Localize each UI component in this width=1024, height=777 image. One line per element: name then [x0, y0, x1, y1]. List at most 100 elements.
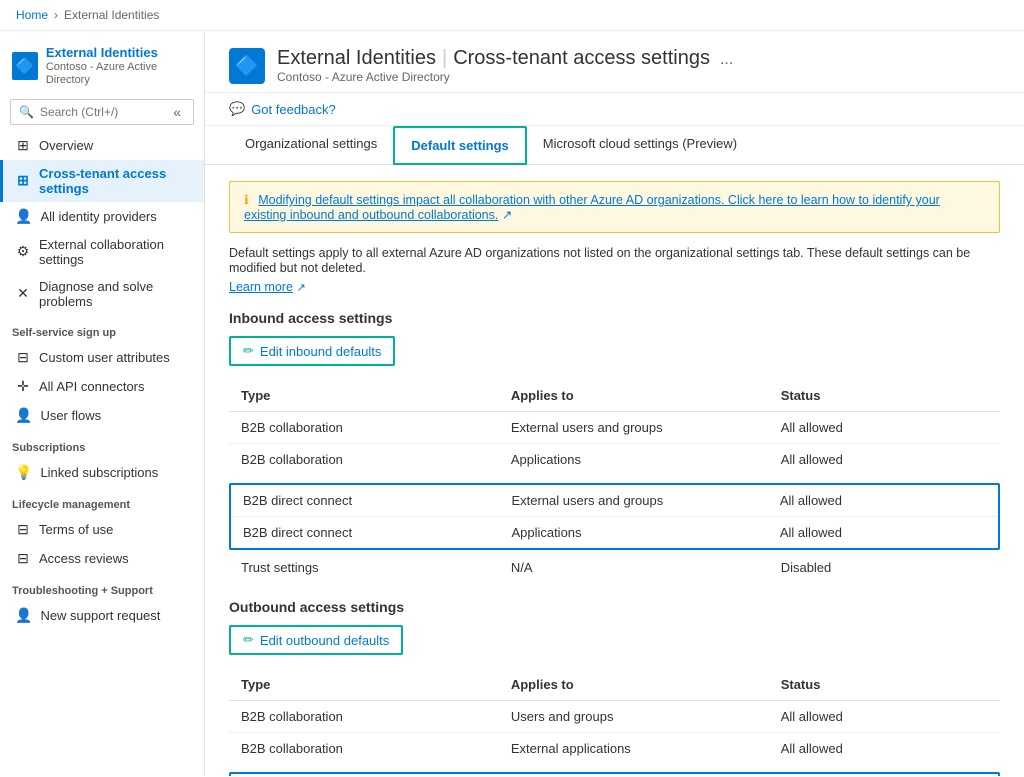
tab-default-settings[interactable]: Default settings	[393, 126, 527, 165]
sidebar-item-label: All identity providers	[40, 209, 156, 224]
feedback-bar[interactable]: 💬 Got feedback?	[205, 93, 1024, 126]
external-link-icon: ↗	[502, 208, 512, 222]
title-separator: |	[442, 47, 447, 70]
tab-bar: Organizational settings Default settings…	[205, 126, 1024, 165]
section-label-support: Troubleshooting + Support	[0, 573, 204, 601]
breadcrumb-section: External Identities	[64, 8, 159, 22]
ext-collab-icon: ⚙	[15, 243, 31, 260]
edit-inbound-button[interactable]: ✏ Edit inbound defaults	[229, 336, 395, 366]
sidebar-item-label: Cross-tenant access settings	[39, 166, 192, 196]
outbound-highlighted-table: B2B direct connect Users and groups All …	[231, 774, 998, 776]
sidebar-item-label: Linked subscriptions	[40, 465, 158, 480]
edit-inbound-icon: ✏	[243, 343, 254, 359]
section-label-lifecycle: Lifecycle management	[0, 487, 204, 515]
row-type: B2B direct connect	[231, 517, 499, 549]
description-text: Default settings apply to all external A…	[229, 246, 970, 275]
row-type: Trust settings	[229, 552, 499, 583]
tab-ms-cloud[interactable]: Microsoft cloud settings (Preview)	[527, 126, 753, 165]
sidebar-item-label: All API connectors	[39, 379, 145, 394]
outbound-heading: Outbound access settings	[229, 599, 1000, 615]
ellipsis-button[interactable]: ...	[720, 51, 733, 69]
page-section-title: Cross-tenant access settings	[453, 47, 710, 70]
sidebar-item-new-support[interactable]: 👤 New support request	[0, 601, 204, 630]
tab-org-settings[interactable]: Organizational settings	[229, 126, 393, 165]
edit-outbound-button[interactable]: ✏ Edit outbound defaults	[229, 625, 403, 655]
sidebar-header: 🔷 External Identities Contoso - Azure Ac…	[0, 35, 204, 93]
row-status: Disabled	[769, 552, 1000, 583]
row-status: All allowed	[768, 774, 998, 776]
inbound-table-trust: Trust settings N/A Disabled	[229, 552, 1000, 583]
sidebar-item-linked-subs[interactable]: 💡 Linked subscriptions	[0, 458, 204, 487]
page-header: 🔷 External Identities | Cross-tenant acc…	[205, 31, 1024, 93]
breadcrumb-home[interactable]: Home	[16, 8, 48, 22]
sidebar-item-label: User flows	[40, 408, 101, 423]
sidebar-item-user-flows[interactable]: 👤 User flows	[0, 401, 204, 430]
content-area: ℹ Modifying default settings impact all …	[205, 165, 1024, 776]
sidebar-item-cross-tenant[interactable]: ⊞ Cross-tenant access settings	[0, 160, 204, 202]
search-input[interactable]	[40, 105, 163, 119]
table-row-highlighted: B2B direct connect Users and groups All …	[231, 774, 998, 776]
page-subtitle: Contoso - Azure Active Directory	[277, 70, 733, 84]
linked-subs-icon: 💡	[15, 464, 32, 481]
inbound-heading: Inbound access settings	[229, 310, 1000, 326]
diagnose-icon: ✕	[15, 285, 31, 302]
table-row: B2B collaboration Applications All allow…	[229, 444, 1000, 476]
feedback-text: Got feedback?	[251, 102, 336, 117]
inbound-col-applies: Applies to	[499, 380, 769, 412]
search-box[interactable]: 🔍 «	[10, 99, 194, 125]
sidebar-item-custom-attrs[interactable]: ⊟ Custom user attributes	[0, 343, 204, 372]
section-label-self-service: Self-service sign up	[0, 315, 204, 343]
row-applies: External applications	[499, 733, 769, 765]
new-support-icon: 👤	[15, 607, 32, 624]
sidebar-item-label: External collaboration settings	[39, 237, 192, 267]
table-row-highlighted: B2B direct connect External users and gr…	[231, 485, 998, 517]
learn-more-link[interactable]: Learn more	[229, 280, 293, 294]
identity-providers-icon: 👤	[15, 208, 32, 225]
sidebar-item-terms[interactable]: ⊟ Terms of use	[0, 515, 204, 544]
row-type: B2B collaboration	[229, 412, 499, 444]
inbound-table: Type Applies to Status B2B collaboration…	[229, 380, 1000, 475]
outbound-col-applies: Applies to	[499, 669, 769, 701]
edit-outbound-label: Edit outbound defaults	[260, 633, 389, 648]
row-applies: Applications	[499, 444, 769, 476]
sidebar-item-access-reviews[interactable]: ⊟ Access reviews	[0, 544, 204, 573]
info-banner-link[interactable]: Modifying default settings impact all co…	[244, 193, 940, 222]
row-applies: N/A	[499, 552, 769, 583]
page-logo-icon: 🔷	[229, 48, 265, 84]
outbound-highlighted-group: B2B direct connect Users and groups All …	[229, 772, 1000, 776]
cross-tenant-icon: ⊞	[15, 172, 31, 189]
sidebar-subtitle: Contoso - Azure Active Directory	[46, 61, 192, 87]
api-connectors-icon: ✛	[15, 378, 31, 395]
row-applies: Users and groups	[499, 774, 767, 776]
row-applies: Users and groups	[499, 701, 769, 733]
sidebar-item-label: Terms of use	[39, 522, 113, 537]
inbound-col-type: Type	[229, 380, 499, 412]
sidebar-item-overview[interactable]: ⊞ Overview	[0, 131, 204, 160]
outbound-col-type: Type	[229, 669, 499, 701]
main-content: 🔷 External Identities | Cross-tenant acc…	[205, 31, 1024, 776]
feedback-icon: 💬	[229, 101, 245, 117]
row-status: All allowed	[769, 412, 1000, 444]
inbound-col-status: Status	[769, 380, 1000, 412]
row-type: B2B direct connect	[231, 485, 499, 517]
table-row: Trust settings N/A Disabled	[229, 552, 1000, 583]
inbound-highlighted-table: B2B direct connect External users and gr…	[231, 485, 998, 548]
row-status: All allowed	[769, 733, 1000, 765]
row-status: All allowed	[768, 485, 998, 517]
collapse-button[interactable]: «	[169, 104, 185, 120]
row-status: All allowed	[768, 517, 998, 549]
sidebar: 🔷 External Identities Contoso - Azure Ac…	[0, 31, 205, 776]
sidebar-item-label: Custom user attributes	[39, 350, 170, 365]
outbound-col-status: Status	[769, 669, 1000, 701]
table-row-highlighted: B2B direct connect Applications All allo…	[231, 517, 998, 549]
sidebar-item-identity-providers[interactable]: 👤 All identity providers	[0, 202, 204, 231]
breadcrumb-separator: ›	[54, 8, 58, 22]
row-applies: Applications	[499, 517, 767, 549]
sidebar-item-diagnose[interactable]: ✕ Diagnose and solve problems	[0, 273, 204, 315]
sidebar-item-api-connectors[interactable]: ✛ All API connectors	[0, 372, 204, 401]
brand-name: External Identities	[277, 47, 436, 70]
row-status: All allowed	[769, 444, 1000, 476]
section-label-subscriptions: Subscriptions	[0, 430, 204, 458]
sidebar-item-ext-collab[interactable]: ⚙ External collaboration settings	[0, 231, 204, 273]
sidebar-app-name: External Identities	[46, 45, 192, 61]
